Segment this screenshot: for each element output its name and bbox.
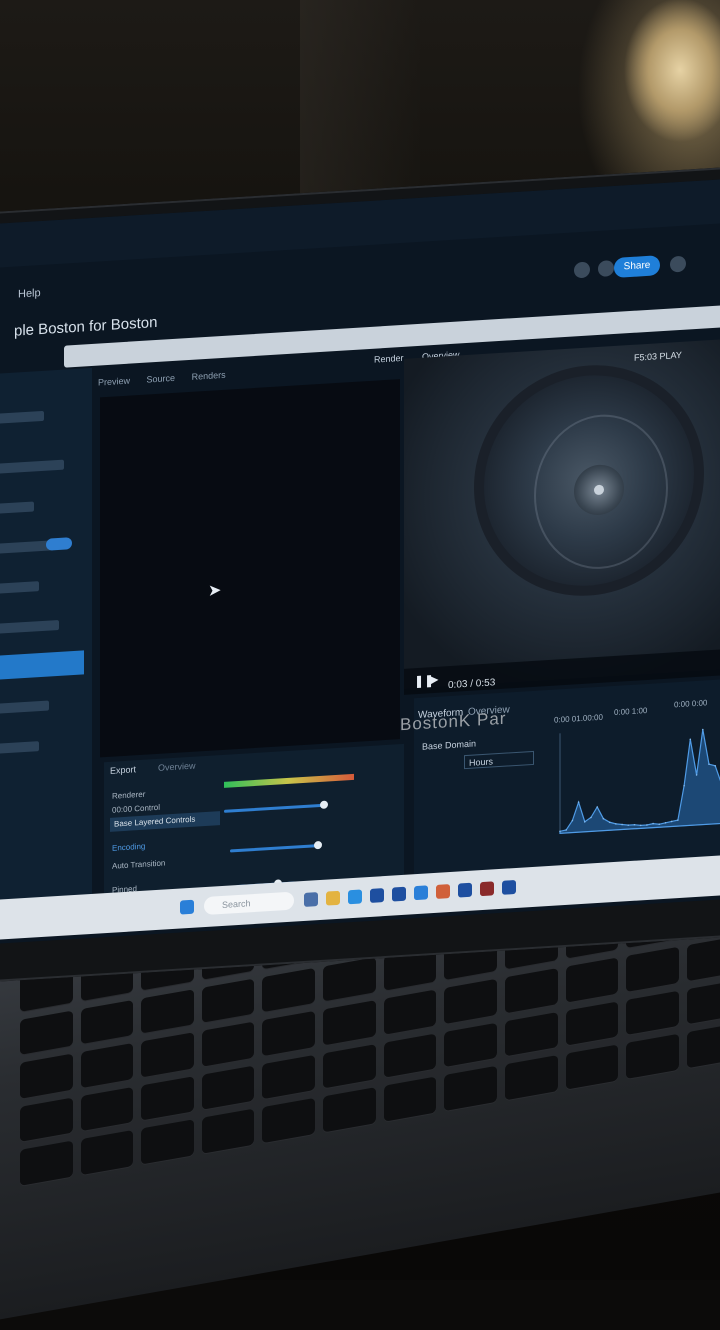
keyboard-key (80, 1086, 134, 1132)
keyboard-key (20, 1053, 73, 1099)
keyboard-key (80, 999, 134, 1045)
keyboard-key (565, 1001, 619, 1047)
keyboard-key (323, 956, 376, 1002)
app-icon[interactable] (502, 879, 516, 895)
mixer-item[interactable]: Renderer (112, 790, 145, 801)
keyboard-key (383, 1076, 437, 1122)
keyboard-key (141, 1119, 194, 1165)
tab-source[interactable]: Source (147, 373, 176, 385)
app-icon[interactable] (436, 884, 450, 899)
keyboard-key (444, 1066, 497, 1112)
mixer-item[interactable]: Auto Transition (112, 858, 165, 870)
app-icon[interactable] (480, 881, 494, 897)
share-button[interactable]: Share (614, 255, 660, 278)
app-icon[interactable] (414, 885, 428, 901)
keyboard-key (504, 1055, 558, 1101)
keyboard-key (626, 946, 679, 992)
app-icon[interactable] (392, 886, 406, 902)
keyboard-key (626, 1034, 679, 1080)
keyboard-key (141, 1032, 194, 1078)
lamp-glow (620, 0, 720, 170)
keyboard-key (504, 1011, 558, 1057)
account-avatar[interactable] (670, 255, 686, 273)
app-icon[interactable] (370, 888, 384, 903)
fan-image (474, 358, 704, 603)
keyboard-key (262, 1098, 316, 1144)
view-label-render[interactable]: Render (374, 353, 404, 365)
keyboard-key (323, 1043, 376, 1089)
menu-help[interactable]: Help (18, 287, 41, 300)
keyboard-key (201, 1108, 255, 1154)
sidebar-item[interactable] (0, 619, 59, 635)
keyboard-key (383, 989, 437, 1035)
keyboard-key (565, 1044, 619, 1090)
laptop-lid: Share Help ple Boston for Boston Preview… (0, 165, 720, 985)
keyboard-key (323, 1087, 376, 1133)
mixer-item-selected[interactable]: Base Layered Controls (110, 811, 220, 832)
app-icon[interactable] (304, 892, 318, 907)
waveform-chart (559, 728, 720, 834)
mixer-tab-export[interactable]: Export (110, 764, 136, 776)
keyboard-key (565, 957, 619, 1003)
keyboard-key (686, 1023, 720, 1069)
tab-preview[interactable]: Preview (98, 376, 130, 388)
volume-icon[interactable]: ▶ (430, 673, 438, 687)
keyboard-key (626, 990, 679, 1036)
mixer-item[interactable]: 00:00 Control (112, 803, 160, 815)
keyboard-key (20, 1097, 73, 1143)
keyboard-key (383, 1033, 437, 1079)
keyboard-key (80, 1130, 134, 1176)
keyboard-key (262, 1054, 316, 1100)
laptop-screen: Share Help ple Boston for Boston Preview… (0, 178, 720, 946)
search-icon[interactable] (574, 261, 590, 279)
window-title: ple Boston for Boston (14, 313, 158, 340)
keyboard-key (323, 1000, 376, 1046)
keyboard-key (80, 1043, 134, 1088)
new-badge (46, 537, 72, 551)
keyboard-key (141, 1076, 194, 1121)
keyboard-key (201, 978, 255, 1024)
keyboard-key (686, 936, 720, 982)
start-icon[interactable] (180, 899, 194, 915)
keyboard-key (444, 978, 497, 1024)
keyboard-key (20, 1010, 73, 1056)
waveform-area (559, 729, 720, 834)
sidebar-item[interactable] (0, 581, 39, 595)
sidebar-item[interactable] (0, 410, 44, 425)
app-icon[interactable] (458, 882, 472, 898)
keyboard-key (201, 1021, 255, 1067)
sidebar-item[interactable] (0, 700, 49, 715)
sidebar-item[interactable] (0, 459, 64, 475)
folder-icon[interactable] (326, 890, 340, 906)
sidebar-item[interactable] (0, 501, 34, 515)
sidebar-item[interactable] (0, 741, 39, 755)
keyboard-key (262, 967, 316, 1013)
video-preview[interactable] (404, 337, 720, 689)
keyboard-key (262, 1011, 316, 1056)
keyboard-key (444, 1022, 497, 1068)
keyboard-key (20, 1141, 73, 1186)
canvas-panel[interactable] (100, 379, 400, 758)
mixer-tab-overview[interactable]: Overview (158, 761, 196, 773)
keyboard-key (201, 1065, 255, 1111)
keyboard-key (141, 988, 194, 1034)
keyboard-key (504, 968, 558, 1014)
browser-icon[interactable] (348, 889, 362, 905)
mouse-cursor-icon: ➤ (208, 582, 222, 600)
tab-renders[interactable]: Renders (192, 370, 226, 382)
keyboard-key (686, 979, 720, 1025)
notification-icon[interactable] (598, 259, 614, 277)
mixer-item[interactable]: Encoding (112, 842, 145, 853)
